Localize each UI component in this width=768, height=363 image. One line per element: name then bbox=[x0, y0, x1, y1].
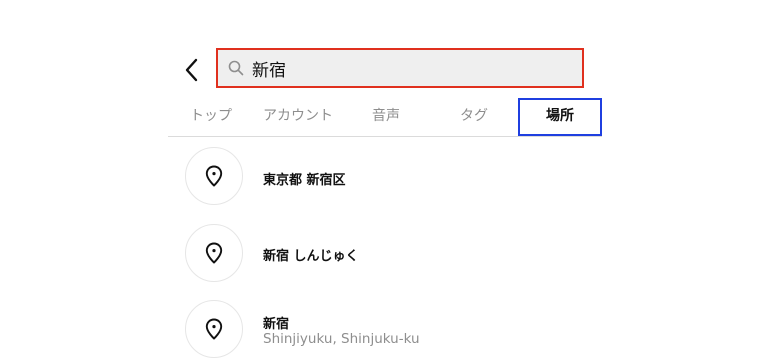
tab-places[interactable]: 場所 bbox=[518, 98, 602, 136]
place-name: 新宿 しんじゅく bbox=[263, 249, 359, 264]
place-name: 東京都 新宿区 bbox=[263, 173, 346, 188]
list-item[interactable]: 新宿 しんじゅく bbox=[185, 224, 605, 284]
location-pin-icon bbox=[185, 300, 243, 358]
search-query: 新宿 bbox=[252, 60, 286, 81]
search-screen: 新宿 トップ アカウント 音声 タグ 場所 東京都 新宿区 新宿 しんじゅく 新… bbox=[0, 0, 768, 363]
tab-accounts[interactable]: アカウント bbox=[263, 96, 333, 136]
place-name: 新宿 bbox=[263, 317, 290, 332]
search-tabs: トップ アカウント 音声 タグ 場所 bbox=[168, 96, 602, 137]
search-input[interactable]: 新宿 bbox=[216, 48, 584, 88]
search-icon bbox=[228, 59, 246, 77]
location-pin-icon bbox=[185, 224, 243, 282]
tab-tags[interactable]: タグ bbox=[460, 96, 488, 136]
back-button[interactable] bbox=[178, 56, 204, 84]
tab-top[interactable]: トップ bbox=[190, 96, 232, 136]
list-item[interactable]: 新宿 Shinjiyuku, Shinjuku-ku bbox=[185, 300, 605, 360]
chevron-left-icon bbox=[185, 58, 198, 82]
tab-audio[interactable]: 音声 bbox=[372, 96, 400, 136]
list-item[interactable]: 東京都 新宿区 bbox=[185, 147, 605, 207]
place-subtitle: Shinjiyuku, Shinjuku-ku bbox=[263, 331, 420, 347]
location-pin-icon bbox=[185, 147, 243, 205]
